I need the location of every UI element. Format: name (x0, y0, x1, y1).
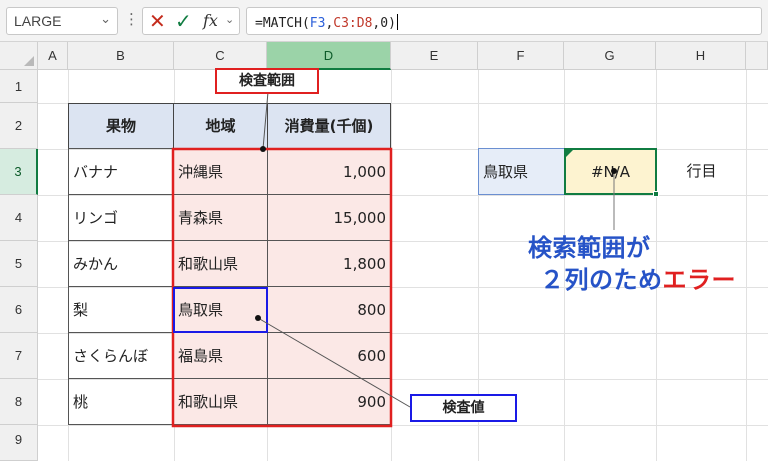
cell-amount-row8[interactable]: 900 (267, 378, 391, 425)
cell-region-row6[interactable]: 鳥取県 (173, 286, 268, 333)
formula-bar: LARGE ⌄ ⋮ ✕ ✓ fx ⌄ =MATCH(F3,C3:D8,0) (0, 0, 768, 42)
cell-fruit-row5[interactable]: みかん (68, 240, 174, 287)
cell-fruit-row6[interactable]: 梨 (68, 286, 174, 333)
cell-region-row3[interactable]: 沖縄県 (173, 148, 268, 195)
cell-g3-result[interactable]: #N/A (564, 148, 659, 197)
formula-suffix: ,0) (372, 16, 396, 31)
formula-input[interactable]: =MATCH(F3,C3:D8,0) (246, 7, 762, 35)
row-header-2[interactable]: 2 (0, 103, 38, 149)
select-all-corner[interactable] (0, 42, 38, 70)
note-error-word: エラー (662, 266, 736, 294)
table-header-amount[interactable]: 消費量(千個) (267, 103, 391, 149)
column-header-a[interactable]: A (38, 42, 68, 70)
row-header-3[interactable]: 3 (0, 149, 38, 195)
cell-region-row5[interactable]: 和歌山県 (173, 240, 268, 287)
formula-ref-lookup: F3 (309, 16, 326, 31)
table-header-region[interactable]: 地域 (173, 103, 268, 149)
column-header-h[interactable]: H (656, 42, 746, 70)
error-result-text: #N/A (590, 163, 631, 181)
formula-text: =MATCH(F3,C3:D8,0) (255, 14, 398, 31)
enter-check-icon[interactable]: ✓ (175, 9, 192, 33)
name-box-value: LARGE (14, 13, 62, 29)
error-explanation-note: 検索範囲が ２列のためエラー (528, 232, 736, 296)
note-line-1: 検索範囲が (528, 234, 651, 262)
row-header-9[interactable]: 9 (0, 425, 38, 461)
row-header-7[interactable]: 7 (0, 333, 38, 379)
text-caret (396, 14, 398, 30)
table-header-fruit[interactable]: 果物 (68, 103, 174, 149)
cell-fruit-row7[interactable]: さくらんぼ (68, 332, 174, 379)
formula-controls: ✕ ✓ fx ⌄ (142, 7, 240, 35)
lookup-range-label: 検査範囲 (215, 68, 319, 94)
column-header-f[interactable]: F (478, 42, 564, 70)
chevron-down-icon[interactable]: ⌄ (100, 12, 111, 27)
cell-fruit-row3[interactable]: バナナ (68, 148, 174, 195)
cell-amount-row3[interactable]: 1,000 (267, 148, 391, 195)
column-header-d[interactable]: D (267, 42, 391, 70)
row-header-6[interactable]: 6 (0, 287, 38, 333)
note-line-2-prefix: ２列のため (540, 266, 663, 294)
chevron-down-icon[interactable]: ⌄ (225, 13, 234, 26)
note-line-2: ２列のためエラー (528, 264, 736, 296)
row-header-5[interactable]: 5 (0, 241, 38, 287)
more-options-icon[interactable]: ⋮ (124, 10, 139, 28)
name-box[interactable]: LARGE ⌄ (6, 7, 118, 35)
select-all-triangle-icon (24, 56, 34, 66)
column-header-b[interactable]: B (68, 42, 174, 70)
formula-ref-range: C3:D8 (333, 16, 373, 31)
cancel-icon[interactable]: ✕ (149, 9, 166, 33)
formula-prefix: =MATCH( (255, 16, 310, 31)
cell-h3-text[interactable]: 行目 (657, 148, 746, 195)
cell-region-row7[interactable]: 福島県 (173, 332, 268, 379)
error-indicator-triangle-icon (566, 150, 573, 157)
lookup-value-label: 検査値 (410, 394, 517, 422)
cell-region-row4[interactable]: 青森県 (173, 194, 268, 241)
cell-amount-row4[interactable]: 15,000 (267, 194, 391, 241)
row-header-4[interactable]: 4 (0, 195, 38, 241)
row-header-1[interactable]: 1 (0, 70, 38, 103)
cell-amount-row6[interactable]: 800 (267, 286, 391, 333)
column-header-e[interactable]: E (391, 42, 478, 70)
cell-region-row8[interactable]: 和歌山県 (173, 378, 268, 425)
cell-f3-lookup-value[interactable]: 鳥取県 (478, 148, 565, 195)
column-header-overflow (746, 42, 768, 70)
column-header-g[interactable]: G (564, 42, 656, 70)
cell-fruit-row4[interactable]: リンゴ (68, 194, 174, 241)
insert-function-icon[interactable]: fx (203, 11, 218, 30)
row-header-8[interactable]: 8 (0, 379, 38, 425)
cell-amount-row5[interactable]: 1,800 (267, 240, 391, 287)
cell-amount-row7[interactable]: 600 (267, 332, 391, 379)
cell-fruit-row8[interactable]: 桃 (68, 378, 174, 425)
column-header-c[interactable]: C (174, 42, 267, 70)
